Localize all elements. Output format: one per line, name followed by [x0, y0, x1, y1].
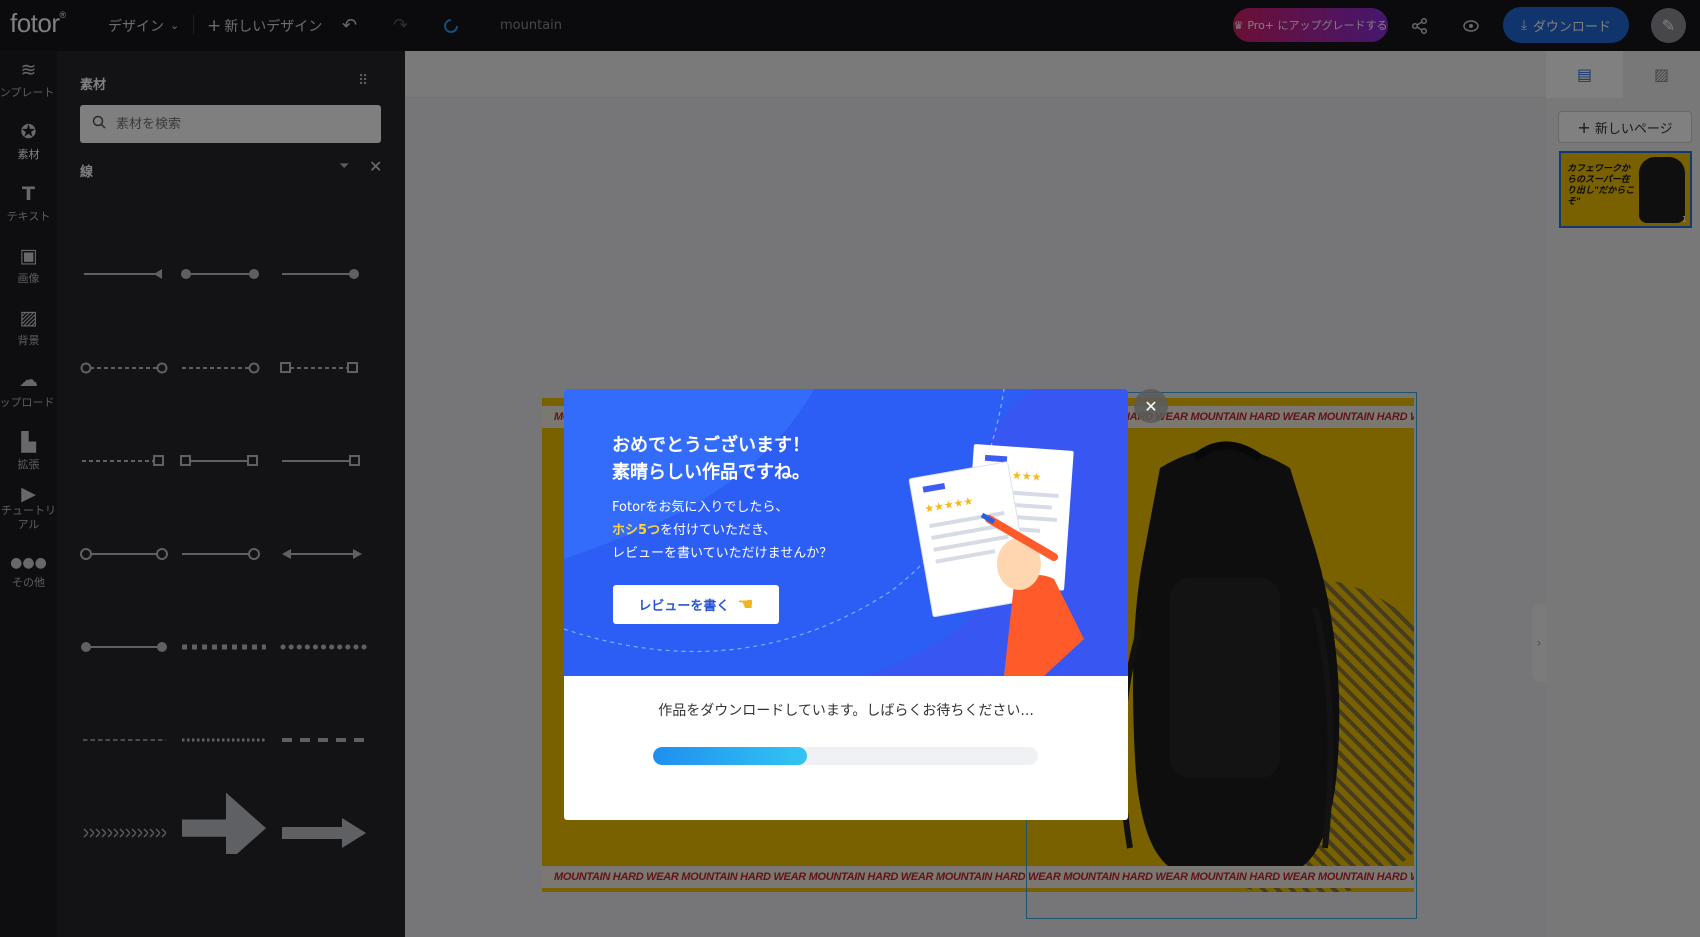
write-review-button[interactable]: レビューを書く ☚ [613, 585, 779, 624]
thumbnail-backpack [1639, 157, 1685, 223]
download-modal: ★★★ ★★★★★ おめでとうございます！ 素晴らしい作品ですね。 Fotorを… [564, 389, 1128, 820]
svg-text:★★★: ★★★ [1011, 469, 1042, 484]
new-page-button[interactable]: + 新しいページ [1558, 111, 1692, 143]
thumbnail-headline: カフェワークからのスーパー在り出し"だからこそ" [1567, 163, 1635, 206]
close-modal-button[interactable]: ✕ [1134, 389, 1168, 423]
expand-sidebar-handle[interactable]: › [1532, 604, 1546, 682]
download-progress-bar [653, 747, 1038, 765]
download-status: 作品をダウンロードしています。しばらくお待ちください... [658, 703, 1034, 719]
plus-icon: + [1577, 117, 1591, 137]
close-icon: ✕ [1144, 396, 1158, 416]
page-thumbnail[interactable]: カフェワークからのスーパー在り出し"だからこそ" 1 [1559, 151, 1692, 228]
tab-images[interactable]: ▨ [1623, 51, 1700, 98]
image-icon: ▨ [1653, 65, 1670, 84]
page-number: 1 [1681, 215, 1687, 224]
pages-sidebar: ▤ ▨ + 新しいページ カフェワークからのスーパー在り出し"だからこそ" 1 [1546, 51, 1700, 937]
modal-message: Fotorをお気に入りでしたら、 ホシ5つを付けていただき、 レビューを書いてい… [612, 500, 833, 561]
sidebar-tabs: ▤ ▨ [1546, 51, 1700, 98]
tab-pages[interactable]: ▤ [1546, 51, 1623, 98]
pointing-hand-icon: ☚ [737, 594, 754, 615]
chevron-right-icon: › [1536, 636, 1542, 650]
pages-icon: ▤ [1576, 65, 1593, 84]
review-promo: ★★★ ★★★★★ おめでとうございます！ 素晴らしい作品ですね。 Fotorを… [564, 389, 1128, 676]
progress-fill [653, 747, 807, 765]
modal-title: おめでとうございます！ 素晴らしい作品ですね。 [612, 435, 810, 483]
